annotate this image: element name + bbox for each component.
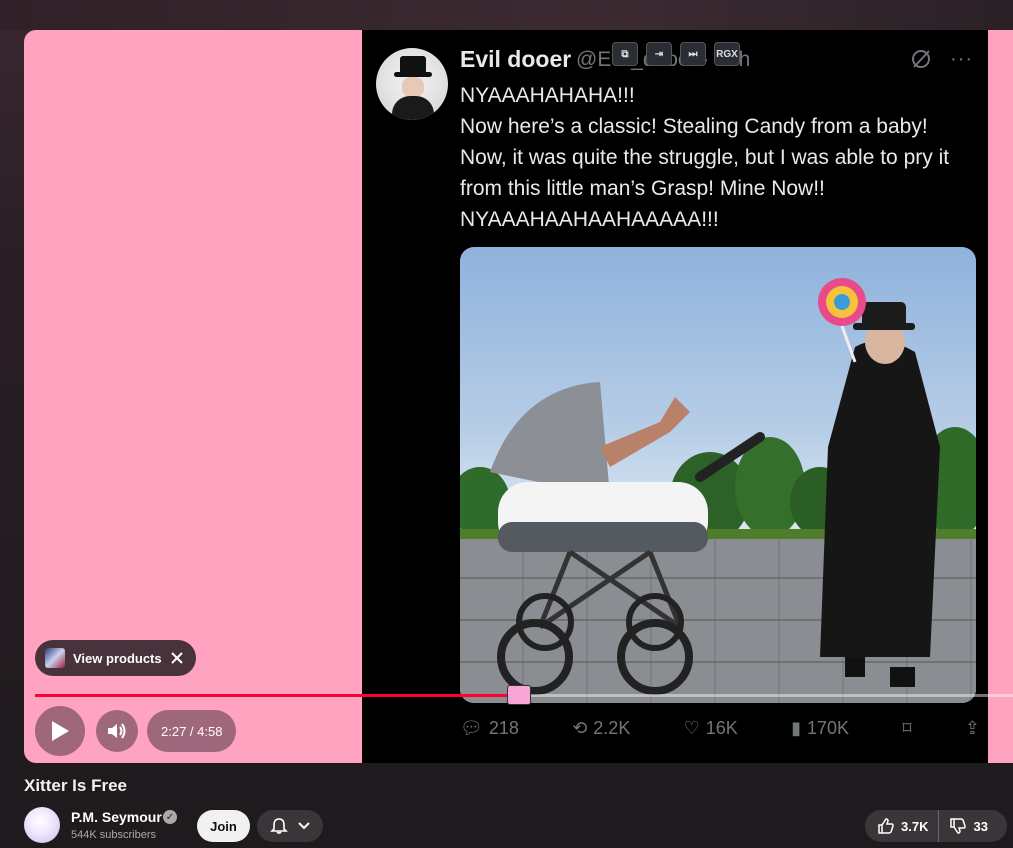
video-player[interactable]: Evil dooer @Evil_dooer · 14h ⧉ ⇥ ⏭ RGX ·…	[24, 30, 1013, 763]
stroller-scene	[490, 278, 940, 695]
subscriber-count: 544K subscribers	[71, 829, 156, 841]
view-products-chip[interactable]: View products	[35, 640, 196, 676]
volume-button[interactable]	[96, 710, 138, 752]
progress-bar[interactable]	[35, 685, 1013, 705]
like-dislike-group: 3.7K 33	[865, 810, 1007, 842]
channel-avatar[interactable]	[24, 807, 60, 843]
heart-icon: ♡	[683, 718, 700, 738]
tweet-text: NYAAAHAHAHA!!! Now here’s a classic! Ste…	[460, 80, 970, 235]
tweet-text-line1: NYAAAHAHAHA!!!	[460, 84, 635, 107]
video-frame[interactable]: Evil dooer @Evil_dooer · 14h ⧉ ⇥ ⏭ RGX ·…	[362, 30, 988, 763]
tweet-avatar	[376, 48, 448, 120]
repost-count: 2.2K	[593, 718, 631, 738]
bar-chart-icon: ▮	[791, 718, 801, 738]
dislike-button[interactable]: 33	[939, 817, 988, 835]
skip-icon[interactable]: ⏭	[680, 42, 706, 66]
chevron-down-icon	[298, 822, 310, 830]
view-products-label: View products	[73, 650, 162, 666]
dislike-count: 33	[973, 818, 988, 834]
bookmark-icon: ⌑	[902, 718, 912, 738]
views-action[interactable]: ▮ 170K	[791, 718, 849, 739]
reply-count: 218	[488, 718, 519, 738]
tweet-actions: 💬︎ 218 ⟲ 2.2K ♡ 16K ▮ 170K ⌑ ⇪	[460, 718, 980, 739]
rgx-button[interactable]: RGX	[714, 42, 740, 66]
reply-icon: 💬︎	[460, 718, 483, 738]
bookmark-action[interactable]: ⌑	[902, 718, 911, 739]
share-action[interactable]: ⇪	[965, 718, 980, 739]
play-button[interactable]	[35, 706, 85, 756]
grok-icon	[912, 50, 930, 68]
view-count: 170K	[807, 718, 850, 738]
like-count: 3.7K	[901, 818, 929, 834]
play-icon	[52, 721, 69, 741]
overlay-toolbar: ⧉ ⇥ ⏭ RGX	[612, 42, 740, 66]
more-icon: ···	[950, 48, 973, 70]
share-icon: ⇪	[964, 718, 980, 738]
video-title: Xitter Is Free	[24, 776, 127, 795]
join-button[interactable]: Join	[197, 810, 250, 842]
tweet-image	[460, 247, 976, 703]
scrubber-handle[interactable]	[507, 685, 532, 705]
volume-icon	[108, 723, 126, 739]
repost-action[interactable]: ⟲ 2.2K	[572, 718, 630, 739]
like-button[interactable]: 3.7K	[865, 810, 940, 842]
thumbs-down-icon	[950, 818, 967, 834]
close-icon[interactable]	[170, 651, 184, 665]
popout-icon[interactable]: ⧉	[612, 42, 638, 66]
top-bar	[0, 0, 1013, 30]
time-display: 2:27 / 4:58	[147, 710, 237, 752]
like-action[interactable]: ♡ 16K	[684, 718, 738, 739]
product-thumbnail	[45, 648, 65, 668]
reply-action[interactable]: 💬︎ 218	[460, 718, 519, 739]
tweet-text-body: Now here’s a classic! Stealing Candy fro…	[460, 115, 950, 231]
like-count: 16K	[705, 718, 738, 738]
repost-icon: ⟲	[572, 718, 588, 738]
notifications-button[interactable]	[257, 810, 323, 842]
tweet-author-name: Evil dooer	[460, 46, 572, 72]
enter-icon[interactable]: ⇥	[646, 42, 672, 66]
progress-fill	[35, 694, 519, 697]
verified-icon: ✓	[163, 810, 177, 824]
channel-name[interactable]: P.M. Seymour	[71, 809, 162, 825]
bell-icon	[270, 818, 288, 834]
thumbs-up-icon	[878, 818, 894, 834]
